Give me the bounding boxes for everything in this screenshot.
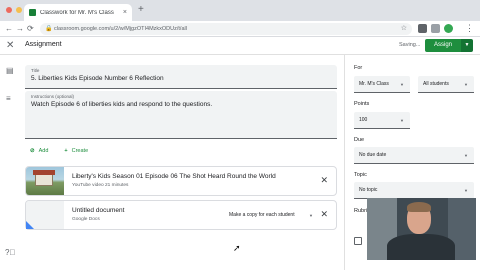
create-button[interactable]: + Create bbox=[64, 148, 88, 154]
assignment-header: ✕ Assignment Saving... Assign ▼ bbox=[0, 37, 480, 55]
browser-tab-bar: Classwork for Mr. M's Class × + bbox=[0, 0, 480, 21]
class-select[interactable]: Mr. M's Class ▼ bbox=[354, 76, 410, 93]
browser-tab[interactable]: Classwork for Mr. M's Class × bbox=[24, 4, 132, 21]
points-select-value: 100 bbox=[359, 117, 368, 123]
details-doc-icon[interactable]: ▤ bbox=[6, 66, 14, 75]
webcam-overlay bbox=[367, 198, 476, 260]
youtube-attachment-title[interactable]: Liberty's Kids Season 01 Episode 06 The … bbox=[72, 173, 276, 180]
attachment-actions: ⊘ Add + Create bbox=[30, 148, 88, 154]
new-tab-button[interactable]: + bbox=[138, 4, 144, 16]
title-field[interactable]: Title 5. Liberties Kids Episode Number 6… bbox=[25, 65, 337, 89]
extension-icon[interactable] bbox=[431, 24, 440, 33]
youtube-attachment-subtitle: YouTube video 21 minutes bbox=[72, 183, 129, 188]
close-window-dot[interactable] bbox=[6, 7, 12, 13]
mouse-cursor-icon: ➚ bbox=[233, 243, 241, 253]
close-icon[interactable]: ✕ bbox=[6, 39, 14, 52]
presenter-hair bbox=[407, 202, 431, 212]
browser-menu-icon[interactable]: ⋮ bbox=[465, 23, 474, 34]
topic-select[interactable]: No topic ▼ bbox=[354, 182, 474, 199]
instructions-lines-icon[interactable]: ≡ bbox=[6, 94, 11, 103]
doc-attachment[interactable]: Untitled document Google Docs Make a cop… bbox=[25, 200, 337, 230]
video-thumbnail bbox=[26, 167, 64, 195]
classroom-favicon-icon bbox=[29, 9, 36, 16]
chevron-down-icon: ▼ bbox=[464, 188, 468, 193]
for-label: For bbox=[354, 65, 363, 71]
class-select-value: Mr. M's Class bbox=[359, 81, 389, 87]
plus-icon: + bbox=[64, 148, 68, 154]
rubric-label: Rubri bbox=[354, 208, 368, 214]
assignment-form: Title 5. Liberties Kids Episode Number 6… bbox=[18, 55, 344, 270]
due-date-value: No due date bbox=[359, 152, 387, 158]
students-select[interactable]: All students ▼ bbox=[418, 76, 474, 93]
instructions-field-value: Watch Episode 6 of liberties kids and re… bbox=[31, 101, 213, 108]
youtube-attachment[interactable]: Liberty's Kids Season 01 Episode 06 The … bbox=[25, 166, 337, 196]
bookmark-star-icon[interactable]: ☆ bbox=[401, 23, 407, 35]
paperclip-icon: ⊘ bbox=[30, 148, 35, 154]
topic-label: Topic bbox=[354, 172, 367, 178]
add-button-label: Add bbox=[38, 148, 49, 154]
title-field-value: 5. Liberties Kids Episode Number 6 Refle… bbox=[31, 75, 164, 82]
instructions-field[interactable]: Instructions (optional) Watch Episode 6 … bbox=[25, 91, 337, 139]
tab-title: Classwork for Mr. M's Class bbox=[40, 9, 114, 16]
back-icon[interactable]: ← bbox=[5, 23, 13, 34]
address-bar: ← → ⟳ 🔒 classroom.google.com/u/2/w/MjgzO… bbox=[0, 21, 480, 37]
lock-icon: 🔒 bbox=[45, 26, 53, 32]
assign-button[interactable]: Assign bbox=[425, 39, 461, 52]
profile-avatar[interactable] bbox=[444, 24, 453, 33]
add-button[interactable]: ⊘ Add bbox=[30, 148, 48, 154]
due-date-select[interactable]: No due date ▼ bbox=[354, 147, 474, 164]
points-label: Points bbox=[354, 101, 370, 107]
reload-icon[interactable]: ⟳ bbox=[27, 23, 34, 34]
extension-icon[interactable] bbox=[418, 24, 427, 33]
students-select-value: All students bbox=[423, 81, 449, 87]
page-title: Assignment bbox=[25, 41, 62, 48]
doc-attachment-title[interactable]: Untitled document bbox=[72, 207, 124, 214]
remove-attachment-icon[interactable]: ✕ bbox=[320, 175, 328, 186]
copy-option-value: Make a copy for each student bbox=[229, 212, 295, 218]
remove-attachment-icon[interactable]: ✕ bbox=[320, 209, 328, 220]
instructions-field-label: Instructions (optional) bbox=[31, 94, 75, 99]
url-field[interactable]: 🔒 classroom.google.com/u/2/w/MjgzOTI4Mzk… bbox=[40, 23, 412, 35]
url-text: classroom.google.com/u/2/w/MjgzOTI4MzkxO… bbox=[54, 26, 187, 32]
points-select[interactable]: 100 ▼ bbox=[354, 112, 410, 129]
help-icon[interactable]: ?⃝ bbox=[5, 248, 15, 257]
forward-icon[interactable]: → bbox=[16, 23, 24, 34]
chevron-down-icon: ▼ bbox=[464, 82, 468, 87]
chevron-down-icon: ▼ bbox=[309, 213, 313, 218]
presenter-body bbox=[387, 234, 455, 260]
assign-dropdown-button[interactable]: ▼ bbox=[461, 39, 473, 52]
doc-thumbnail bbox=[26, 201, 64, 229]
title-field-label: Title bbox=[31, 68, 40, 73]
saving-status: Saving... bbox=[399, 42, 421, 48]
tab-close-icon[interactable]: × bbox=[123, 9, 127, 16]
topic-select-value: No topic bbox=[359, 187, 378, 193]
chevron-down-icon: ▼ bbox=[400, 82, 404, 87]
create-button-label: Create bbox=[71, 148, 89, 154]
minimize-window-dot[interactable] bbox=[16, 7, 22, 13]
settings-checkbox[interactable] bbox=[354, 237, 362, 245]
chevron-down-icon: ▼ bbox=[400, 118, 404, 123]
doc-attachment-subtitle: Google Docs bbox=[72, 217, 100, 222]
chevron-down-icon: ▼ bbox=[464, 153, 468, 158]
due-label: Due bbox=[354, 137, 365, 143]
copy-option-select[interactable]: Make a copy for each student ▼ bbox=[223, 209, 321, 222]
